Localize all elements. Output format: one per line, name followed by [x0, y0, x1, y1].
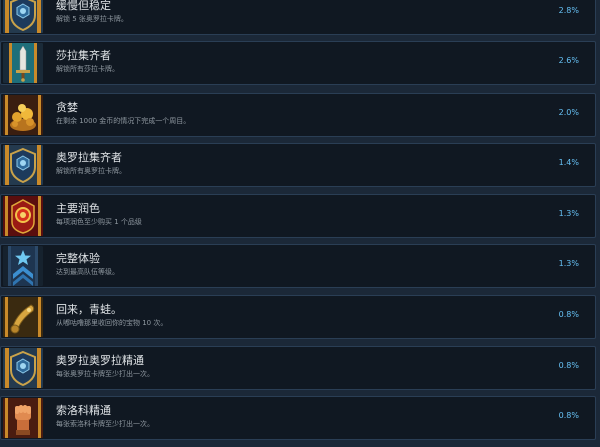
red-amulet-icon: [3, 196, 43, 236]
achievement-description: 每张索洛科卡牌至少打出一次。: [56, 420, 154, 428]
unlock-percentage: 2.8%: [558, 6, 579, 15]
achievement-description: 从嘟咕噜那里收回你的宝物 10 次。: [56, 319, 168, 327]
achievement-row[interactable]: 完整体验达到最高队伍等级。 1.3%: [0, 244, 596, 288]
achievement-description: 每张奥罗拉卡牌至少打出一次。: [56, 370, 154, 378]
achievement-description: 在剩余 1000 金币的情况下完成一个周目。: [56, 117, 191, 125]
aurora-shield-icon: [3, 348, 43, 388]
aurora-shield-icon: [3, 145, 43, 185]
golden-horn-icon: [3, 297, 43, 337]
star-rank-icon: [3, 246, 43, 286]
achievement-row[interactable]: 奥罗拉集齐者解锁所有奥罗拉卡牌。 1.4%: [0, 143, 596, 187]
achievement-title: 索洛科精通: [56, 404, 111, 417]
achievement-title: 奥罗拉奥罗拉精通: [56, 354, 144, 367]
unlock-percentage: 2.6%: [558, 56, 579, 65]
achievement-row[interactable]: 贪婪在剩余 1000 金币的情况下完成一个周目。 2.0%: [0, 93, 596, 137]
achievement-row[interactable]: 索洛科精通每张索洛科卡牌至少打出一次。 0.8%: [0, 396, 596, 440]
unlock-percentage: 2.0%: [558, 108, 579, 117]
achievement-description: 每项润色至少购买 1 个品级: [56, 218, 142, 226]
sword-banner-icon: [3, 43, 43, 83]
achievement-title: 缓慢但稳定: [56, 0, 111, 12]
unlock-percentage: 0.8%: [558, 361, 579, 370]
achievement-title: 奥罗拉集齐者: [56, 151, 122, 164]
achievement-title: 莎拉集齐者: [56, 49, 111, 62]
unlock-percentage: 1.3%: [558, 259, 579, 268]
achievement-description: 解锁 5 张奥罗拉卡牌。: [56, 15, 128, 23]
achievement-row[interactable]: 莎拉集齐者解锁所有莎拉卡牌。 2.6%: [0, 41, 596, 85]
achievement-row[interactable]: 主要润色每项润色至少购买 1 个品级 1.3%: [0, 194, 596, 238]
achievement-title: 贪婪: [56, 101, 78, 114]
aurora-shield-icon: [3, 0, 43, 33]
unlock-percentage: 0.8%: [558, 411, 579, 420]
unlock-percentage: 1.4%: [558, 158, 579, 167]
unlock-percentage: 1.3%: [558, 209, 579, 218]
achievement-row[interactable]: 回来，青蛙。从嘟咕噜那里收回你的宝物 10 次。 0.8%: [0, 295, 596, 339]
achievement-description: 解锁所有奥罗拉卡牌。: [56, 167, 126, 175]
achievement-row[interactable]: 缓慢但稳定解锁 5 张奥罗拉卡牌。 2.8%: [0, 0, 596, 35]
achievement-title: 主要润色: [56, 202, 100, 215]
achievement-title: 完整体验: [56, 252, 100, 265]
achievement-title: 回来，青蛙。: [56, 303, 122, 316]
achievement-description: 达到最高队伍等级。: [56, 268, 119, 276]
achievement-description: 解锁所有莎拉卡牌。: [56, 65, 119, 73]
unlock-percentage: 0.8%: [558, 310, 579, 319]
achievement-list: 缓慢但稳定解锁 5 张奥罗拉卡牌。 2.8% 莎拉集齐者解锁所有莎拉卡牌。 2.6%…: [0, 0, 600, 447]
gold-treasure-icon: [3, 95, 43, 135]
fist-icon: [3, 398, 43, 438]
achievement-row[interactable]: 奥罗拉奥罗拉精通每张奥罗拉卡牌至少打出一次。 0.8%: [0, 346, 596, 390]
